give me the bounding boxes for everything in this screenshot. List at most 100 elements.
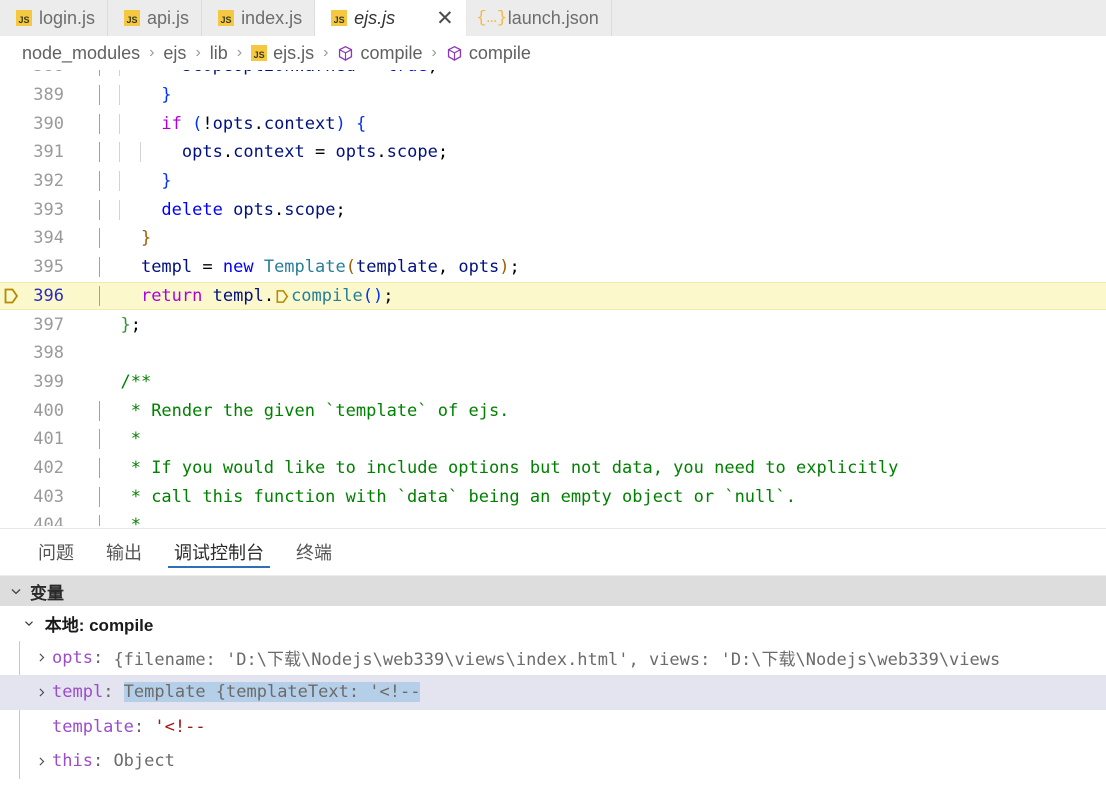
panel-tab-问题[interactable]: 问题 (22, 529, 90, 576)
variable-row[interactable]: opts: {filename: 'D:\下载\Nodejs\web339\vi… (0, 641, 1106, 676)
line-number-gutter[interactable]: 394 (0, 228, 76, 248)
line-number-gutter[interactable]: 400 (0, 401, 76, 421)
editor-tab-index-js[interactable]: JS index.js (202, 0, 316, 36)
line-number-gutter[interactable]: 397 (0, 315, 76, 335)
variables-tree[interactable]: 本地: compile opts: {filename: 'D:\下载\Nodej… (0, 606, 1106, 800)
breadcrumb-item-lib[interactable]: lib (208, 43, 230, 64)
code-line-content[interactable]: } (76, 228, 1106, 249)
code-line[interactable]: 392 } (0, 167, 1106, 196)
code-line[interactable]: 399 /** (0, 368, 1106, 397)
line-number-gutter[interactable]: 402 (0, 458, 76, 478)
line-number-gutter[interactable]: 392 (0, 171, 76, 191)
chevron-right-icon[interactable] (30, 651, 52, 664)
breadcrumb-item-ejs-js[interactable]: JS ejs.js (249, 43, 316, 64)
code-line[interactable]: 402 * If you would like to include optio… (0, 454, 1106, 483)
chevron-down-icon[interactable] (18, 616, 40, 630)
code-line-content[interactable] (76, 343, 1106, 363)
code-line-content[interactable]: * If you would like to include options b… (76, 457, 1106, 478)
variable-row[interactable]: template: '<!-- (0, 710, 1106, 745)
variable-scope-label: 本地: compile (40, 615, 154, 635)
variable-value[interactable]: {filename: 'D:\下载\Nodejs\web339\views\in… (113, 645, 1000, 670)
variable-scope-row[interactable]: 本地: compile (0, 606, 1106, 641)
code-line[interactable]: 394 } (0, 224, 1106, 253)
code-line[interactable]: 396 return templ. compile(); (0, 281, 1106, 311)
code-line[interactable]: 395 templ = new Template(template, opts)… (0, 253, 1106, 282)
code-line-content[interactable]: delete opts.scope; (76, 199, 1106, 220)
code-token: return (140, 285, 203, 306)
code-token: opts (181, 142, 223, 163)
line-number-gutter[interactable]: 401 (0, 429, 76, 449)
code-tokens (76, 343, 100, 363)
code-token: delete (161, 199, 223, 220)
line-number-gutter[interactable]: 388 (0, 70, 76, 76)
code-line-content[interactable]: scopeOptionWarned = true; (76, 70, 1106, 77)
breadcrumb-item-label: compile (468, 42, 531, 63)
code-line-content[interactable]: return templ. compile(); (76, 285, 1106, 306)
editor-tab-api-js[interactable]: JS api.js (108, 0, 203, 36)
code-line[interactable]: 400 * Render the given `template` of ejs… (0, 396, 1106, 425)
line-number-gutter[interactable]: 399 (0, 372, 76, 392)
editor-tab-login-js[interactable]: JS login.js (0, 0, 109, 36)
code-line[interactable]: 397 }; (0, 310, 1106, 339)
editor-tab-bar: JS login.js JS api.js JS index.js JS ejs.js ✕ {…}… (0, 0, 1106, 36)
code-line[interactable]: 390 if (!opts.context) { (0, 109, 1106, 138)
variable-value[interactable]: '<!-- (154, 717, 205, 737)
debug-step-into-target-icon[interactable] (274, 286, 291, 306)
line-number-gutter[interactable]: 395 (0, 257, 76, 277)
code-line-content[interactable]: * (76, 429, 1106, 450)
code-line-content[interactable]: }; (76, 315, 1106, 335)
panel-tab-终端[interactable]: 终端 (280, 529, 348, 576)
code-line-content[interactable]: /** (76, 372, 1106, 392)
line-number-gutter[interactable]: 403 (0, 487, 76, 507)
variable-row[interactable]: this: Object (0, 744, 1106, 779)
variable-value[interactable]: Template {templateText: '<!-- (123, 682, 421, 703)
code-editor[interactable]: 388 scopeOptionWarned = true;389 }390 if… (0, 70, 1106, 528)
variable-value[interactable]: Object (113, 751, 174, 771)
code-tokens: return templ. compile(); (76, 285, 394, 306)
code-tokens: scopeOptionWarned = true; (76, 70, 438, 76)
code-token: ) (499, 257, 510, 278)
panel-tab-调试控制台[interactable]: 调试控制台 (158, 529, 280, 576)
line-number-gutter[interactable]: 396 (0, 286, 76, 306)
line-number-gutter[interactable]: 398 (0, 343, 76, 363)
code-line[interactable]: 389 } (0, 81, 1106, 110)
line-number: 389 (33, 85, 64, 106)
code-line[interactable]: 401 * (0, 425, 1106, 454)
code-line[interactable]: 393 delete opts.scope; (0, 195, 1106, 224)
line-number: 394 (33, 228, 64, 249)
breadcrumb-item-ejs[interactable]: ejs (161, 43, 188, 64)
code-line-content[interactable]: * Render the given `template` of ejs. (76, 400, 1106, 421)
code-line-content[interactable]: * call this function with `data` being a… (76, 486, 1106, 507)
code-line-content[interactable]: opts.context = opts.scope; (76, 142, 1106, 163)
variable-name: opts (52, 647, 93, 668)
code-token: ! (202, 113, 213, 134)
close-tab-icon[interactable]: ✕ (436, 8, 454, 29)
code-lines[interactable]: 388 scopeOptionWarned = true;389 }390 if… (0, 70, 1106, 528)
indent-guides (76, 228, 1106, 249)
line-number-gutter[interactable]: 393 (0, 200, 76, 220)
code-token: } (140, 228, 152, 249)
editor-tab-ejs-js[interactable]: JS ejs.js ✕ (315, 0, 467, 36)
code-line[interactable]: 398 (0, 339, 1106, 368)
line-number-gutter[interactable]: 391 (0, 142, 76, 162)
line-number-gutter[interactable]: 390 (0, 114, 76, 134)
chevron-right-icon[interactable] (30, 755, 52, 768)
variable-row[interactable]: templ: Template {templateText: '<!-- (0, 675, 1106, 710)
breadcrumb-item-compile[interactable]: compile (335, 43, 424, 64)
code-line-content[interactable]: } (76, 85, 1106, 106)
editor-tab-launch-json[interactable]: {…} launch.json (466, 0, 612, 36)
code-line[interactable]: 403 * call this function with `data` bei… (0, 482, 1106, 511)
line-number-gutter[interactable]: 389 (0, 85, 76, 105)
code-line-content[interactable]: if (!opts.context) { (76, 113, 1106, 134)
code-line[interactable]: 388 scopeOptionWarned = true; (0, 70, 1106, 81)
line-number: 395 (33, 257, 64, 278)
line-number: 393 (33, 199, 64, 220)
code-line-content[interactable]: templ = new Template(template, opts); (76, 257, 1106, 278)
chevron-right-icon[interactable] (30, 686, 52, 699)
code-line[interactable]: 391 opts.context = opts.scope; (0, 138, 1106, 167)
breadcrumb-item-compile[interactable]: compile (444, 43, 533, 64)
code-line-content[interactable]: } (76, 171, 1106, 192)
variables-section-header[interactable]: 变量 (0, 576, 1106, 606)
panel-tab-输出[interactable]: 输出 (90, 529, 158, 576)
breadcrumb-item-node-modules[interactable]: node_modules (20, 43, 142, 64)
